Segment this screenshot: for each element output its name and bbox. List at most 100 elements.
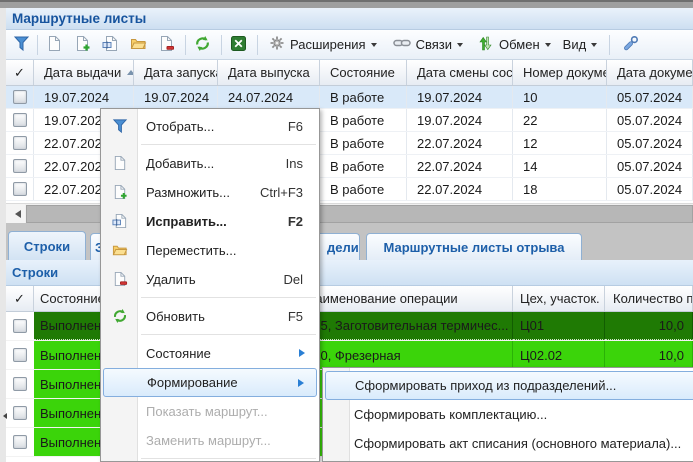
- column-header[interactable]: Дата смены сос: [407, 60, 513, 85]
- filter-button[interactable]: [10, 34, 32, 56]
- chevron-down-icon: [545, 43, 551, 50]
- column-header[interactable]: Цех, участок.: [513, 286, 605, 311]
- submenu-item-receipt[interactable]: Сформировать приход из подразделений...: [325, 371, 693, 400]
- row-checkbox[interactable]: [13, 159, 27, 173]
- submenu-item-kitting[interactable]: Сформировать комплектацию...: [325, 400, 693, 429]
- exchange-menu-button[interactable]: Обмен: [477, 35, 551, 55]
- sort-asc-icon: [127, 66, 134, 75]
- column-header[interactable]: Номер докуме: [513, 60, 607, 85]
- table-row[interactable]: 19.07.2024 19.07.2024 24.07.2024 В работ…: [6, 86, 693, 109]
- tab-lines[interactable]: Строки: [8, 231, 86, 260]
- toolbar-separator: [185, 35, 186, 55]
- menu-item-edit[interactable]: Исправить... F2: [103, 207, 317, 236]
- doc-minus-icon: [158, 35, 175, 55]
- view-menu-label: Вид: [563, 37, 587, 52]
- submenu-arrow-icon: [298, 379, 308, 387]
- refresh-icon: [194, 35, 211, 55]
- toolbar-separator: [221, 35, 222, 55]
- doc-edit-icon: [111, 212, 129, 230]
- column-header[interactable]: Количество пл: [605, 286, 693, 311]
- filter-icon: [111, 117, 129, 135]
- chevron-down-icon: [591, 43, 597, 50]
- window-top-edge: [0, 0, 693, 8]
- menu-separator: [141, 334, 316, 336]
- wrench-icon: [622, 35, 639, 55]
- move-button[interactable]: [127, 34, 149, 56]
- gear-icon: [269, 35, 285, 54]
- menu-item-delete[interactable]: Удалить Del: [103, 265, 317, 294]
- filter-icon: [13, 35, 30, 55]
- open-folder-icon: [111, 241, 129, 259]
- menu-item-state[interactable]: Состояние: [103, 339, 317, 368]
- new-doc-icon: [46, 35, 63, 55]
- open-folder-icon: [130, 35, 147, 55]
- edit-button[interactable]: [99, 34, 121, 56]
- toolbar-separator: [37, 35, 38, 55]
- column-header[interactable]: Наименование операции: [300, 286, 513, 311]
- context-menu: Отобрать... F6 Добавить... Ins Размножит…: [100, 108, 320, 462]
- chevron-down-icon: [457, 43, 463, 50]
- row-checkbox[interactable]: [13, 348, 27, 362]
- column-header[interactable]: Состояние: [320, 60, 407, 85]
- toolbar-separator: [257, 35, 258, 55]
- left-scroll-marker[interactable]: [0, 410, 6, 422]
- row-checkbox[interactable]: [13, 435, 27, 449]
- menu-item-duplicate[interactable]: Размножить... Ctrl+F3: [103, 178, 317, 207]
- menu-item-refresh[interactable]: Обновить F5: [103, 302, 317, 331]
- row-checkbox[interactable]: [13, 113, 27, 127]
- extensions-menu-label: Расширения: [290, 37, 366, 52]
- row-checkbox[interactable]: [13, 90, 27, 104]
- view-menu-button[interactable]: Вид: [563, 37, 598, 52]
- app-window: Маршрутные листы Расширения Связи Обмен: [0, 0, 693, 462]
- menu-separator: [141, 144, 316, 146]
- link-icon: [393, 36, 411, 53]
- column-header[interactable]: Дата документ: [607, 60, 693, 85]
- column-header[interactable]: Дата выдачи: [34, 60, 134, 85]
- left-arrow-icon: [0, 413, 7, 419]
- panel-title: Маршрутные листы: [6, 8, 693, 30]
- generation-submenu: Сформировать приход из подразделений... …: [322, 367, 693, 462]
- duplicate-button[interactable]: [71, 34, 93, 56]
- add-button[interactable]: [43, 34, 65, 56]
- chevron-down-icon: [371, 43, 377, 50]
- doc-plus-icon: [74, 35, 91, 55]
- menu-item-show-route: Показать маршрут...: [103, 397, 317, 426]
- doc-plus-icon: [111, 183, 129, 201]
- menu-item-replace-route: Заменить маршрут...: [103, 426, 317, 455]
- menu-item-filter[interactable]: Отобрать... F6: [103, 112, 317, 141]
- links-menu-button[interactable]: Связи: [393, 36, 463, 53]
- column-header[interactable]: Дата запуска п: [134, 60, 218, 85]
- menu-item-generation[interactable]: Формирование: [103, 368, 317, 397]
- table-header: ✓ Дата выдачи Дата запуска п Дата выпуск…: [6, 60, 693, 86]
- tab-detach-route-sheets[interactable]: Маршрутные листы отрыва: [366, 233, 582, 260]
- extensions-menu-button[interactable]: Расширения: [269, 35, 377, 54]
- delete-button[interactable]: [155, 34, 177, 56]
- menu-separator: [141, 297, 316, 299]
- refresh-icon: [111, 307, 129, 325]
- select-all-header[interactable]: ✓: [6, 286, 34, 311]
- toolbar: Расширения Связи Обмен Вид: [6, 30, 693, 60]
- row-checkbox[interactable]: [13, 406, 27, 420]
- select-all-header[interactable]: ✓: [6, 60, 34, 85]
- refresh-button[interactable]: [191, 34, 213, 56]
- doc-minus-icon: [111, 270, 129, 288]
- row-checkbox[interactable]: [13, 319, 27, 333]
- row-checkbox[interactable]: [13, 377, 27, 391]
- toolbar-separator: [609, 35, 610, 55]
- menu-item-add[interactable]: Добавить... Ins: [103, 149, 317, 178]
- section-title: Строки: [12, 265, 58, 280]
- exchange-icon: [477, 35, 494, 55]
- row-checkbox[interactable]: [13, 136, 27, 150]
- left-arrow-icon: [11, 210, 21, 218]
- scroll-left-button[interactable]: [6, 204, 25, 224]
- column-header[interactable]: Дата выпуска: [218, 60, 320, 85]
- row-checkbox[interactable]: [13, 182, 27, 196]
- menu-item-move[interactable]: Переместить...: [103, 236, 317, 265]
- excel-icon: [230, 35, 247, 55]
- doc-edit-icon: [102, 35, 119, 55]
- excel-export-button[interactable]: [227, 34, 249, 56]
- submenu-arrow-icon: [299, 349, 309, 357]
- submenu-item-writeoff-act[interactable]: Сформировать акт списания (основного мат…: [325, 429, 693, 458]
- menu-separator: [141, 458, 316, 460]
- tools-button[interactable]: [619, 34, 641, 56]
